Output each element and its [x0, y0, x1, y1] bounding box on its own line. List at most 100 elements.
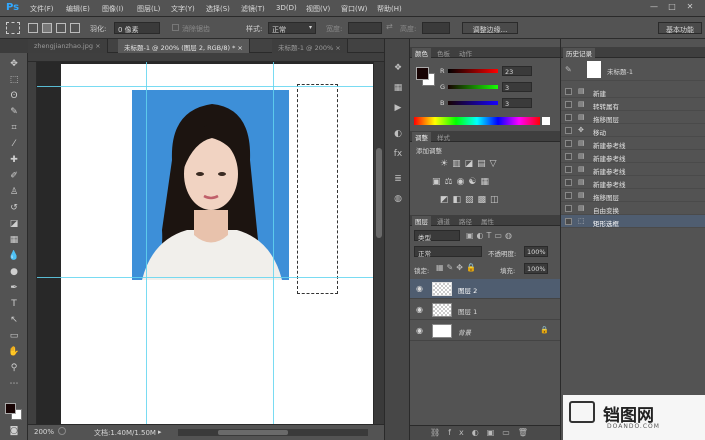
history-checkbox[interactable] [565, 205, 572, 212]
minimize-button[interactable]: — [648, 2, 660, 13]
history-item[interactable]: ▤ 新建参考线 [561, 150, 705, 163]
history-checkbox[interactable] [565, 179, 572, 186]
close-icon[interactable]: × [95, 42, 100, 50]
dodge-tool-icon[interactable]: ● [7, 266, 21, 278]
quick-select-tool-icon[interactable]: ✎ [7, 106, 21, 118]
history-item[interactable]: ▤ 新建 [561, 85, 705, 98]
menu-view[interactable]: 视图(V) [306, 4, 330, 14]
blend-mode-select[interactable]: 正常 [414, 246, 482, 258]
refine-edge-button[interactable]: 调整边缘... [462, 22, 518, 34]
actions-panel-icon[interactable]: ▶ [391, 103, 405, 115]
zoom-level[interactable]: 200% [34, 428, 54, 436]
tab-channels[interactable]: 通道 [434, 216, 453, 226]
close-icon[interactable]: × [237, 44, 242, 52]
feather-input[interactable]: 0 像素 [114, 22, 160, 34]
intersect-selection-icon[interactable] [70, 23, 80, 33]
adjustment-icons-row-2[interactable]: ▣⚖◉☯▦ [432, 177, 493, 187]
history-item[interactable]: ▤ 拖移图层 [561, 111, 705, 124]
menu-layer[interactable]: 图层(L) [137, 4, 160, 14]
adjustment-icons-row-1[interactable]: ☀▥◪▤▽ [440, 159, 501, 169]
history-checkbox[interactable] [565, 218, 572, 225]
marquee-tool-icon[interactable]: ⬚ [7, 74, 21, 86]
layer-name[interactable]: 背景 [458, 327, 471, 337]
width-input[interactable] [348, 22, 382, 34]
history-checkbox[interactable] [565, 140, 572, 147]
history-checkbox[interactable] [565, 101, 572, 108]
maximize-button[interactable]: □ [666, 2, 678, 13]
menu-window[interactable]: 窗口(W) [341, 4, 367, 14]
opacity-input[interactable]: 100% [524, 246, 548, 257]
history-checkbox[interactable] [565, 153, 572, 160]
styles-panel-icon[interactable]: fx [391, 149, 405, 161]
eye-icon[interactable]: ◉ [416, 326, 423, 335]
path-select-icon[interactable]: ↖ [7, 314, 21, 326]
guide-horizontal-top[interactable] [37, 86, 373, 87]
guide-vertical-right[interactable] [273, 62, 274, 424]
status-menu-icon[interactable]: ▸ [158, 428, 162, 436]
layer-filter-icons[interactable]: ▣◐T▭◍ [466, 231, 515, 240]
menu-type[interactable]: 文字(Y) [171, 4, 195, 14]
scrollbar-thumb[interactable] [376, 148, 382, 238]
subtract-selection-icon[interactable] [56, 23, 66, 33]
vertical-scrollbar[interactable] [373, 62, 384, 424]
rect-selection-marquee[interactable] [297, 84, 338, 294]
move-tool-icon[interactable]: ✥ [7, 58, 21, 70]
add-selection-icon[interactable] [42, 23, 52, 33]
r-slider[interactable] [448, 69, 498, 73]
guide-vertical-left[interactable] [146, 62, 147, 424]
rect-marquee-tool-icon[interactable] [6, 22, 20, 34]
document-canvas[interactable] [61, 64, 373, 424]
history-checkbox[interactable] [565, 192, 572, 199]
zoom-tool-icon[interactable]: ⚲ [7, 362, 21, 374]
swap-icon[interactable]: ⇄ [386, 22, 393, 31]
blur-tool-icon[interactable]: 💧 [7, 250, 21, 262]
extra-tools-icon[interactable]: ⋯ [7, 378, 21, 390]
shape-tool-icon[interactable]: ▭ [7, 330, 21, 342]
lock-icons[interactable]: ▦✎✥🔒 [436, 263, 479, 272]
tab-untitled-2[interactable]: 未标题-1 @ 200% × [272, 39, 348, 53]
tab-color[interactable]: 颜色 [412, 48, 431, 58]
layers-panel-icon[interactable]: ≣ [391, 174, 405, 186]
history-brush-icon[interactable]: ↺ [7, 202, 21, 214]
quick-mask-icon[interactable]: ◙ [7, 425, 21, 437]
type-tool-icon[interactable]: T [7, 298, 21, 310]
history-item[interactable]: ▤ 新建参考线 [561, 163, 705, 176]
eye-icon[interactable]: ◉ [416, 284, 423, 293]
menu-help[interactable]: 帮助(H) [377, 4, 402, 14]
layer-name[interactable]: 图层 2 [458, 285, 477, 295]
history-item[interactable]: ▤ 自由变换 [561, 202, 705, 215]
antialias-checkbox[interactable] [172, 24, 179, 31]
crop-tool-icon[interactable]: ⌗ [7, 122, 21, 134]
tab-zhengjianzhao[interactable]: zhengjianzhao.jpg × [28, 39, 108, 53]
close-icon[interactable]: × [335, 44, 340, 52]
status-info-icon[interactable] [58, 427, 66, 435]
menu-file[interactable]: 文件(F) [30, 4, 54, 14]
gradient-tool-icon[interactable]: ▦ [7, 234, 21, 246]
b-slider[interactable] [448, 101, 498, 105]
tab-layers[interactable]: 图层 [412, 216, 431, 226]
history-snapshot[interactable]: ✎ 未标题-1 [561, 59, 705, 81]
history-checkbox[interactable] [565, 88, 572, 95]
layer-footer-icons[interactable]: ⛓fx◐▣▭🗑 [430, 428, 536, 437]
menu-image[interactable]: 图像(I) [102, 4, 124, 14]
b-input[interactable]: 3 [502, 98, 532, 108]
tab-actions[interactable]: 动作 [456, 48, 475, 58]
eyedropper-tool-icon[interactable]: ⁄ [7, 138, 21, 150]
layer-name[interactable]: 图层 1 [458, 306, 477, 316]
brush-tool-icon[interactable]: ✐ [7, 170, 21, 182]
canvas-area[interactable] [37, 62, 373, 424]
history-item[interactable]: ▤ 转转属有 [561, 98, 705, 111]
lasso-tool-icon[interactable]: ʘ [7, 90, 21, 102]
history-checkbox[interactable] [565, 166, 572, 173]
guide-horizontal-bottom[interactable] [37, 277, 373, 278]
hand-tool-icon[interactable]: ✋ [7, 346, 21, 358]
tab-styles[interactable]: 样式 [434, 132, 453, 142]
history-checkbox[interactable] [565, 114, 572, 121]
horizontal-scrollbar[interactable] [178, 429, 368, 436]
tab-history[interactable]: 历史记录 [563, 48, 595, 58]
menu-filter[interactable]: 滤镜(T) [241, 4, 265, 14]
history-item-selected[interactable]: ⬚ 矩形选框 [561, 215, 705, 228]
clone-stamp-icon[interactable]: ♙ [7, 186, 21, 198]
history-item[interactable]: ✥ 移动 [561, 124, 705, 137]
g-input[interactable]: 3 [502, 82, 532, 92]
